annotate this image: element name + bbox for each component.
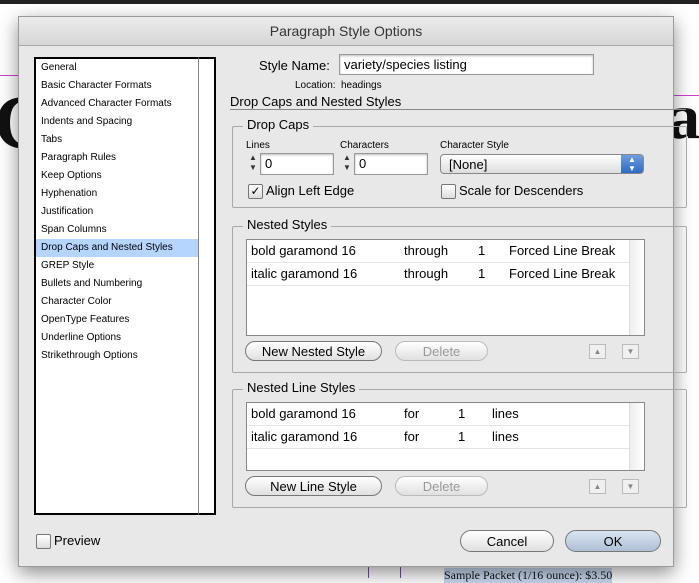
preview-checkbox[interactable] (36, 534, 51, 549)
nested-styles-scrollbar[interactable] (629, 240, 644, 335)
category-item[interactable]: Underline Options (36, 329, 198, 347)
characters-input[interactable]: 0 (354, 153, 428, 175)
category-item[interactable]: Tabs (36, 131, 198, 149)
table-cell: bold garamond 16 (251, 406, 356, 421)
table-cell: bold garamond 16 (251, 243, 356, 258)
lines-input[interactable]: 0 (260, 153, 334, 175)
new-line-style-button[interactable]: New Line Style (245, 476, 382, 496)
new-nested-style-button[interactable]: New Nested Style (245, 341, 382, 361)
category-item[interactable]: General (36, 59, 198, 77)
section-title: Drop Caps and Nested Styles (230, 94, 402, 109)
category-list-scrollbar[interactable] (198, 57, 216, 515)
nested-styles-title: Nested Styles (243, 217, 332, 232)
table-cell: Forced Line Break (509, 266, 616, 281)
table-cell: italic garamond 16 (251, 429, 358, 444)
table-cell: 1 (478, 266, 486, 281)
category-item[interactable]: Justification (36, 203, 198, 221)
menu-bar-edge (0, 0, 699, 4)
style-name-label: Style Name: (259, 58, 330, 73)
table-row[interactable]: italic garamond 16 through 1 Forced Line Br… (247, 263, 630, 286)
category-item[interactable]: Bullets and Numbering (36, 275, 198, 293)
check-icon: ✓ (250, 184, 261, 198)
table-cell: 1 (458, 406, 466, 421)
character-style-select[interactable]: [None] ▲ ▼ (440, 154, 644, 174)
nested-line-styles-group: Nested Line Styles bold garamond 16 for 1 l… (232, 380, 687, 508)
drop-caps-group: Drop Caps Lines ▲ ▼ 0 Characters ▲ ▼ 0 Cha… (232, 117, 687, 208)
characters-label: Characters (340, 140, 389, 151)
move-up-button[interactable]: ▲ (589, 479, 606, 494)
nested-line-styles-table[interactable]: bold garamond 16 for 1 lines italic garamond… (246, 402, 645, 471)
table-cell: 1 (478, 243, 486, 258)
category-item[interactable]: GREP Style (36, 257, 198, 275)
style-name-input[interactable]: variety/species listing (339, 54, 594, 75)
move-down-button[interactable]: ▼ (622, 479, 639, 494)
preview-label: Preview (54, 533, 101, 548)
location-value: headings (341, 80, 382, 91)
scale-for-descenders-checkbox[interactable] (441, 184, 456, 199)
category-item[interactable]: Keep Options (36, 167, 198, 185)
category-item[interactable]: OpenType Features (36, 311, 198, 329)
characters-stepper[interactable]: ▲ ▼ 0 (340, 153, 428, 175)
category-item[interactable]: Span Columns (36, 221, 198, 239)
category-item[interactable]: Drop Caps and Nested Styles (36, 239, 198, 257)
character-style-value: [None] (449, 157, 488, 172)
table-row[interactable]: bold garamond 16 for 1 lines (247, 403, 630, 426)
select-arrows-icon: ▲ ▼ (621, 155, 643, 173)
table-cell: lines (492, 429, 519, 444)
move-up-button[interactable]: ▲ (589, 344, 606, 359)
nested-line-styles-title: Nested Line Styles (243, 380, 360, 395)
category-item[interactable]: Basic Character Formats (36, 77, 198, 95)
scale-for-descenders-label: Scale for Descenders (459, 183, 584, 198)
delete-line-style-button[interactable]: Delete (395, 476, 488, 496)
stepper-arrows-icon[interactable]: ▲ ▼ (340, 153, 354, 175)
guide-line (672, 95, 699, 96)
category-item[interactable]: Indents and Spacing (36, 113, 198, 131)
paragraph-style-options-dialog: Paragraph Style Options General Basic Cha… (18, 16, 687, 567)
align-left-edge-checkbox[interactable]: ✓ (248, 184, 263, 199)
nested-styles-table[interactable]: bold garamond 16 through 1 Forced Line Brea… (246, 239, 645, 336)
stepper-arrows-icon[interactable]: ▲ ▼ (246, 153, 260, 175)
location-label: Location: (295, 80, 336, 91)
align-left-edge-label: Align Left Edge (266, 183, 355, 198)
table-cell: 1 (458, 429, 466, 444)
category-item[interactable]: Strikethrough Options (36, 347, 198, 365)
table-cell: through (404, 266, 449, 281)
table-cell: through (404, 243, 449, 258)
lines-label: Lines (246, 140, 270, 151)
move-down-button[interactable]: ▼ (622, 344, 639, 359)
table-row[interactable]: bold garamond 16 through 1 Forced Line Brea… (247, 240, 630, 263)
category-item[interactable]: Hyphenation (36, 185, 198, 203)
category-list[interactable]: General Basic Character Formats Advanced C… (34, 57, 216, 515)
table-cell: for (404, 429, 420, 444)
table-cell: Forced Line Break (509, 243, 616, 258)
character-style-label: Character Style (440, 140, 509, 151)
ok-button[interactable]: OK (565, 530, 661, 552)
cancel-button[interactable]: Cancel (460, 530, 554, 552)
lines-stepper[interactable]: ▲ ▼ 0 (246, 153, 334, 175)
category-item[interactable]: Advanced Character Formats (36, 95, 198, 113)
divider (230, 109, 686, 110)
category-item[interactable]: Character Color (36, 293, 198, 311)
document-text: Sample Packet (1/16 ounce): $3.50 (444, 568, 613, 583)
delete-nested-style-button[interactable]: Delete (395, 341, 488, 361)
dialog-title: Paragraph Style Options (19, 17, 673, 46)
category-item[interactable]: Paragraph Rules (36, 149, 198, 167)
table-cell: lines (492, 406, 519, 421)
nested-styles-group: Nested Styles bold garamond 16 through 1 Fo… (232, 217, 687, 373)
table-row[interactable]: italic garamond 16 for 1 lines (247, 426, 630, 449)
table-cell: italic garamond 16 (251, 266, 358, 281)
table-cell: for (404, 406, 420, 421)
nested-line-styles-scrollbar[interactable] (629, 403, 644, 470)
guide-line (0, 75, 18, 76)
drop-caps-title: Drop Caps (243, 117, 314, 132)
